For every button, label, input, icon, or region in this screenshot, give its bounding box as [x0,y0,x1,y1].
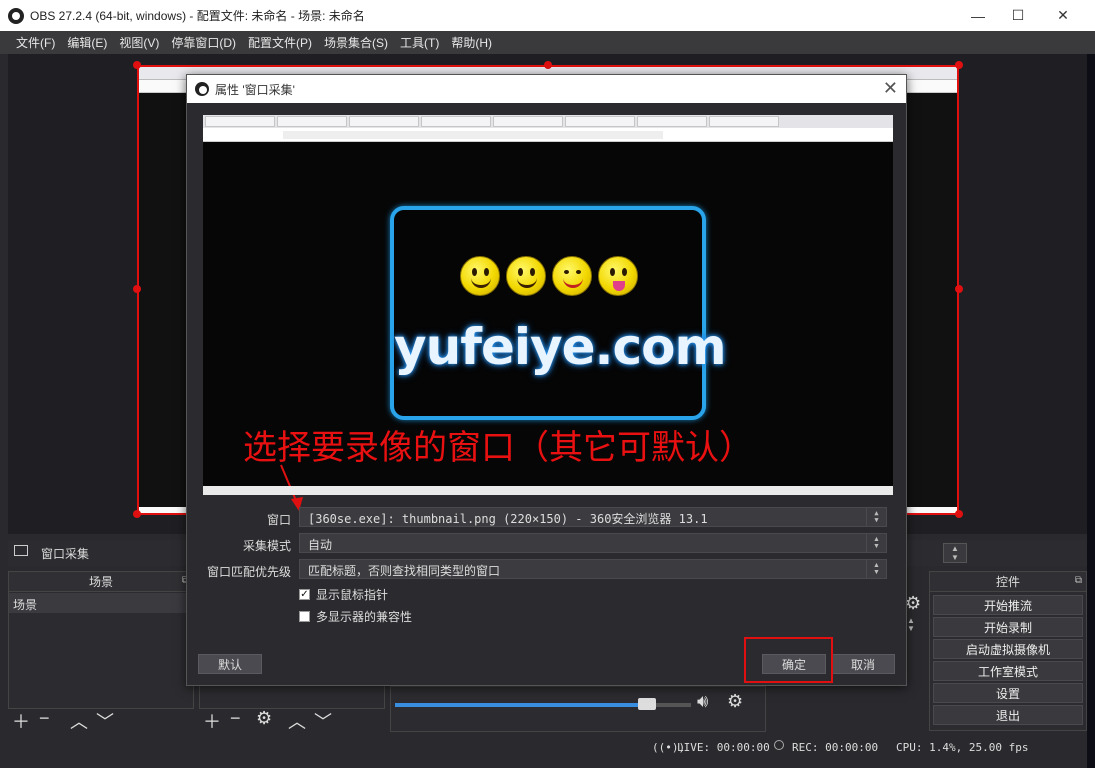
move-up-icon[interactable]: ︿ [70,708,88,734]
source-down-icon[interactable]: ﹀ [314,708,332,734]
preview-status-strip [203,486,893,495]
start-recording-button[interactable]: 开始录制 [933,617,1083,637]
menu-docks[interactable]: 停靠窗口(D) [165,34,242,51]
chevron-updown-icon: ▲ ▼ [866,508,886,526]
rec-time: REC: 00:00:00 [792,741,879,754]
menu-help[interactable]: 帮助(H) [445,34,498,51]
menu-edit[interactable]: 编辑(E) [61,34,113,51]
window-title: OBS 27.2.4 (64-bit, windows) - 配置文件: 未命名… [30,9,365,23]
multi-adapter-label: 多显示器的兼容性 [316,610,413,624]
remove-source-icon[interactable]: − [230,708,241,729]
scene-list-item[interactable]: 场景 [9,593,193,613]
move-down-icon[interactable]: ﹀ [96,708,114,734]
preview-url-bar [203,128,893,142]
resize-handle[interactable] [133,61,141,69]
resize-handle[interactable] [955,285,963,293]
sources-dock [199,686,385,709]
dialog-title-bar: 属性 '窗口采集' ✕ [187,75,906,103]
menu-bar: 文件(F) 编辑(E) 视图(V) 停靠窗口(D) 配置文件(P) 场景集合(S… [0,31,1095,54]
background-desktop [1087,54,1095,768]
controls-dock-title: 控件 [930,572,1086,592]
window-field-label: 窗口 [266,513,291,527]
duration-spin-icon[interactable]: ▲ ▼ [907,617,915,633]
resize-handle[interactable] [133,285,141,293]
mixer-settings-icon[interactable]: ⚙ [727,691,743,712]
wink-smiley-icon [506,256,546,296]
remove-scene-icon[interactable]: − [39,708,50,729]
chevron-updown-icon: ▲ ▼ [866,534,886,552]
obs-logo-icon [8,7,24,24]
volume-slider-knob[interactable] [637,698,656,710]
checkbox-checked-icon: ✓ [299,589,310,600]
source-preview: yufeiye.com 选择要录像的窗口（其它可默认） [203,115,893,511]
source-settings-icon[interactable]: ⚙ [256,708,272,729]
status-bar: ((•)) LIVE: 00:00:00 REC: 00:00:00 CPU: … [0,738,1087,758]
scene-item-label: 场景 [13,598,38,612]
undock-icon[interactable]: ⧉ [1075,575,1082,586]
menu-scene-collection[interactable]: 场景集合(S) [318,34,394,51]
maximize-button[interactable]: ☐ [995,0,1041,31]
dialog-title: 属性 '窗口采集' [215,82,295,97]
window-capture-icon [14,545,28,556]
capture-mode-select[interactable]: 自动 ▲ ▼ [299,533,887,553]
volume-level [395,703,647,707]
defaults-button[interactable]: 默认 [198,654,262,674]
chevron-updown-icon: ▲ ▼ [866,560,886,578]
studio-mode-button[interactable]: 工作室模式 [933,661,1083,681]
source-spin-icon[interactable]: ▲ ▼ [943,543,967,563]
resize-handle[interactable] [133,510,141,518]
dialog-close-icon[interactable]: ✕ [883,78,898,99]
audio-mixer-dock: 🔊︎ ⚙ [390,686,766,732]
start-streaming-button[interactable]: 开始推流 [933,595,1083,615]
preview-browser-tabs [203,115,893,128]
speaker-icon[interactable]: 🔊︎ [697,691,708,712]
capture-mode-label: 采集模式 [242,539,291,553]
menu-view[interactable]: 视图(V) [113,34,165,51]
scenes-dock: 场景 ⧉ 场景 [8,571,194,709]
match-priority-value: 匹配标题，否则查找相同类型的窗口 [308,564,501,578]
window-select-value: [360se.exe]: thumbnail.png (220×150) - 3… [308,512,708,526]
show-cursor-checkbox[interactable]: ✓ 显示鼠标指针 [299,586,388,603]
add-source-icon[interactable]: ＋ [203,708,221,734]
settings-button[interactable]: 设置 [933,683,1083,703]
logo-text: yufeiye.com [394,318,727,376]
live-time: LIVE: 00:00:00 [677,741,770,754]
source-name: 窗口采集 [41,547,90,561]
properties-dialog: 属性 '窗口采集' ✕ yufeiye.com 选择要录像的窗口（其它可默认） [186,74,907,686]
add-scene-icon[interactable]: ＋ [12,708,30,734]
menu-profile[interactable]: 配置文件(P) [242,34,318,51]
smiley-icon [460,256,500,296]
resize-handle[interactable] [955,61,963,69]
close-button[interactable]: ✕ [1040,0,1086,31]
exit-button[interactable]: 退出 [933,705,1083,725]
cancel-button[interactable]: 取消 [831,654,895,674]
site-logo: yufeiye.com [390,206,727,420]
transition-settings-icon[interactable]: ⚙ [905,593,921,614]
rec-indicator-icon [774,740,784,750]
cpu-fps: CPU: 1.4%, 25.00 fps [896,741,1029,754]
tongue-smiley-icon [598,256,638,296]
ok-highlight-box [744,637,833,683]
window-select[interactable]: [360se.exe]: thumbnail.png (220×150) - 3… [299,507,887,527]
capture-mode-value: 自动 [308,538,333,552]
resize-handle[interactable] [955,510,963,518]
show-cursor-label: 显示鼠标指针 [316,588,389,602]
scenes-dock-title: 场景 [9,572,193,592]
menu-tools[interactable]: 工具(T) [394,34,445,51]
source-up-icon[interactable]: ︿ [288,708,306,734]
virtual-camera-button[interactable]: 启动虚拟摄像机 [933,639,1083,659]
multi-adapter-checkbox[interactable]: 多显示器的兼容性 [299,608,412,625]
menu-file[interactable]: 文件(F) [10,34,61,51]
resize-handle[interactable] [544,61,552,69]
happy-smiley-icon [552,256,592,296]
obs-logo-icon [195,82,209,96]
instruction-annotation: 选择要录像的窗口（其它可默认） [243,428,753,468]
match-priority-select[interactable]: 匹配标题，否则查找相同类型的窗口 ▲ ▼ [299,559,887,579]
checkbox-unchecked-icon [299,611,310,622]
match-priority-label: 窗口匹配优先级 [206,565,291,579]
title-bar: OBS 27.2.4 (64-bit, windows) - 配置文件: 未命名… [0,0,1095,31]
